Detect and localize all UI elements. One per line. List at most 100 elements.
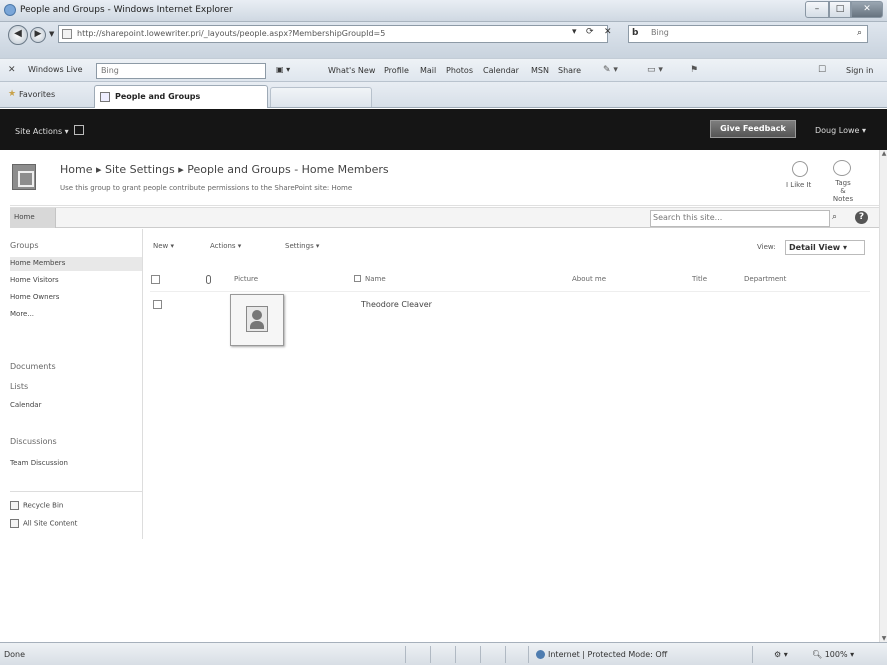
site-search-box[interactable] [650, 210, 830, 227]
give-feedback-label: Give Feedback [720, 124, 786, 133]
windows-live-search[interactable] [96, 63, 266, 79]
scroll-up-icon[interactable]: ▲ [880, 150, 887, 157]
group-label: Home Visitors [10, 276, 59, 284]
messenger-icon[interactable]: ☐ [818, 65, 826, 75]
help-icon[interactable]: ? [855, 211, 868, 224]
navigate-up-icon[interactable] [74, 125, 84, 135]
maximize-button[interactable]: □ [829, 1, 851, 18]
address-bar[interactable]: http://sharepoint.lowewriter.pri/_layout… [58, 25, 608, 43]
sharepoint-ribbon: Site Actions ▾ Give Feedback Doug Lowe ▾ [0, 109, 887, 150]
minimize-button[interactable]: – [805, 1, 829, 18]
status-separator [455, 646, 456, 663]
windows-live-search-input[interactable] [101, 66, 251, 75]
new-tab-button[interactable] [270, 87, 372, 107]
column-picture[interactable]: Picture [234, 275, 258, 283]
wl-link-msn[interactable]: MSN [531, 66, 549, 75]
windows-live-label[interactable]: Windows Live [28, 65, 83, 74]
windows-live-search-button[interactable]: ▣ ▾ [276, 65, 290, 74]
top-navigation: Home ⌕ ? [10, 207, 879, 228]
status-text: Done [4, 650, 26, 659]
windows-live-toolbar: ✕ Windows Live ▣ ▾ What's New Profile Ma… [0, 58, 887, 82]
refresh-icon[interactable]: ⟳ [586, 27, 594, 37]
recent-pages-dropdown[interactable]: ▼ [49, 30, 54, 38]
breadcrumb[interactable]: Home ▸ Site Settings ▸ People and Groups… [60, 163, 389, 176]
column-name[interactable]: Name [365, 275, 386, 283]
discussions-heading[interactable]: Discussions [10, 437, 57, 446]
column-department[interactable]: Department [744, 275, 786, 283]
vertical-scrollbar[interactable]: ▲ ▼ [879, 150, 887, 642]
favorites-label[interactable]: Favorites [19, 90, 55, 99]
tab-home[interactable]: Home [10, 208, 56, 228]
wl-link-share[interactable]: Share [558, 66, 581, 75]
search-go-icon[interactable]: ⌕ [857, 28, 862, 38]
documents-heading[interactable]: Documents [10, 362, 56, 371]
i-like-it-icon[interactable] [789, 158, 811, 180]
tab-people-and-groups[interactable]: People and Groups [94, 85, 268, 108]
view-label: View: [757, 243, 776, 251]
favorites-star-icon[interactable]: ★ [8, 89, 16, 99]
group-more[interactable]: More... [10, 308, 142, 322]
i-like-it-label[interactable]: I Like It [786, 181, 811, 189]
actions-menu[interactable]: Actions ▾ [210, 242, 241, 250]
window-titlebar: People and Groups - Windows Internet Exp… [0, 0, 887, 22]
view-selector[interactable]: Detail View ▾ [785, 240, 865, 255]
protected-mode-icon[interactable]: ⚙ ▾ [774, 650, 788, 659]
group-label: More... [10, 310, 35, 318]
all-site-content-icon [10, 519, 19, 528]
address-dropdown-icon[interactable]: ▾ [572, 27, 577, 37]
sign-in-link[interactable]: Sign in [846, 66, 873, 75]
zoom-value: 100% [824, 650, 848, 659]
new-menu[interactable]: New ▾ [153, 242, 174, 250]
pictures-icon[interactable]: ▭ ▾ [647, 65, 663, 75]
nav-team-discussion[interactable]: Team Discussion [10, 457, 142, 471]
site-actions-menu[interactable]: Site Actions ▾ [15, 127, 69, 136]
nav-calendar[interactable]: Calendar [10, 399, 142, 413]
zoom-level[interactable]: 🔍︎ 100% ▾ [812, 650, 854, 659]
tab-page-icon [100, 92, 110, 102]
bing-logo-icon: b [632, 28, 639, 38]
site-logo-icon[interactable] [12, 164, 36, 190]
lists-heading[interactable]: Lists [10, 382, 28, 391]
column-about-me[interactable]: About me [572, 275, 606, 283]
group-home-owners[interactable]: Home Owners [10, 291, 142, 305]
select-all-checkbox[interactable] [151, 275, 160, 284]
all-site-content-link[interactable]: All Site Content [10, 519, 77, 528]
security-zone-label: Internet | Protected Mode: Off [548, 650, 668, 659]
recycle-bin-icon [10, 501, 19, 510]
column-title[interactable]: Title [692, 275, 707, 283]
group-home-visitors[interactable]: Home Visitors [10, 274, 142, 288]
give-feedback-button[interactable]: Give Feedback [710, 120, 796, 138]
wl-link-photos[interactable]: Photos [446, 66, 473, 75]
settings-menu[interactable]: Settings ▾ [285, 242, 319, 250]
close-toolbar-icon[interactable]: ✕ [8, 65, 16, 75]
back-button[interactable]: ◀ [8, 25, 28, 45]
stop-icon[interactable]: ✕ [604, 27, 612, 37]
recycle-bin-link[interactable]: Recycle Bin [10, 501, 63, 510]
attachment-icon [206, 275, 211, 284]
user-menu[interactable]: Doug Lowe ▾ [815, 126, 866, 135]
wl-link-mail[interactable]: Mail [420, 66, 436, 75]
member-name-link[interactable]: Theodore Cleaver [361, 300, 432, 309]
forward-button[interactable]: ▶ [30, 27, 46, 43]
table-header: Picture Name About me Title Department [150, 270, 870, 292]
browser-search-input[interactable] [651, 28, 831, 37]
row-checkbox[interactable] [153, 300, 162, 309]
browser-search-box[interactable]: b [628, 25, 868, 43]
groups-heading[interactable]: Groups [10, 241, 39, 250]
group-home-members[interactable]: Home Members [10, 257, 142, 271]
blog-icon[interactable]: ✎ ▾ [603, 65, 618, 75]
scroll-down-icon[interactable]: ▼ [880, 635, 887, 642]
wl-link-calendar[interactable]: Calendar [483, 66, 519, 75]
site-search-input[interactable] [653, 213, 823, 222]
name-column-icon [354, 275, 361, 282]
wl-link-whatsnew[interactable]: What's New [328, 66, 375, 75]
wl-link-profile[interactable]: Profile [384, 66, 409, 75]
tags-notes-icon[interactable] [833, 160, 851, 176]
table-row: Theodore Cleaver [150, 294, 870, 354]
close-button[interactable]: ✕ [851, 1, 883, 18]
tags-notes-label[interactable]: Tags & Notes [832, 179, 854, 203]
security-zone[interactable]: Internet | Protected Mode: Off [536, 650, 667, 659]
translate-icon[interactable]: ⚑ [690, 65, 698, 75]
member-picture[interactable] [230, 294, 284, 346]
site-search-icon[interactable]: ⌕ [832, 212, 837, 222]
